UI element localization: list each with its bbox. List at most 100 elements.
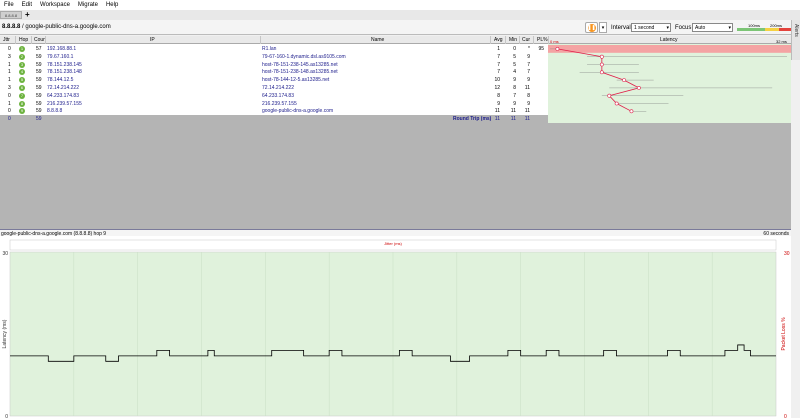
hop-status-icon: 6 bbox=[19, 85, 25, 91]
hop-pl: 95 bbox=[538, 46, 544, 52]
pause-button[interactable]: ❚❚ bbox=[585, 22, 598, 33]
menu-file[interactable]: File bbox=[0, 2, 18, 8]
trace-grid: Jttr Hop Coun IP Name Avg Min Cur PL% La… bbox=[0, 36, 791, 229]
hop-ip: 79.67.160.1 bbox=[47, 53, 74, 60]
hop-jttr: 3 bbox=[8, 85, 11, 91]
col-jttr[interactable]: Jttr bbox=[3, 37, 10, 43]
toolbar: 8.8.8.8 / google-public-dns-a.google.com… bbox=[0, 20, 800, 35]
latency-graph[interactable] bbox=[548, 44, 791, 123]
hop-name: host-78-151-238-145.as13285.net bbox=[262, 61, 338, 68]
hop-avg: 1 bbox=[497, 46, 500, 52]
chevron-down-icon: ▾ bbox=[601, 24, 605, 31]
packet-loss-band bbox=[548, 45, 791, 53]
col-ip[interactable]: IP bbox=[150, 37, 155, 43]
hop-row[interactable]: 1 8 59 216.239.57.155 216.239.57.155 9 9 9 bbox=[0, 100, 548, 108]
hop-row[interactable]: 1 3 59 78.151.238.145 host-78-151-238-145.as… bbox=[0, 61, 548, 69]
hop-row[interactable]: 1 4 59 78.151.238.148 host-78-151-238-148.as… bbox=[0, 68, 548, 76]
hop-avg: 8 bbox=[497, 92, 500, 99]
avg-latency-point bbox=[629, 109, 634, 114]
hop-cur: 11 bbox=[524, 85, 530, 91]
total-count: 59 bbox=[36, 116, 42, 122]
avg-latency-point bbox=[555, 47, 560, 51]
timeline-chart-svg: Jitter (ms) 30 0 30 0 Latency (ms) Packe… bbox=[2, 239, 790, 418]
hop-count: 59 bbox=[36, 53, 42, 60]
y-min-label: 0 bbox=[5, 414, 8, 418]
focus-label: Focus bbox=[675, 24, 692, 31]
hop-jttr: 1 bbox=[8, 100, 11, 107]
hop-ip: 78.144.12.5 bbox=[47, 77, 74, 84]
hop-name: 64.233.174.83 bbox=[262, 92, 294, 99]
col-cur[interactable]: Cur bbox=[522, 37, 530, 43]
hop-row[interactable]: 0 7 59 64.233.174.83 64.233.174.83 8 7 8 bbox=[0, 92, 548, 100]
y-axis-label: Latency (ms) bbox=[2, 319, 8, 348]
hop-cur: 9 bbox=[527, 53, 530, 60]
hop-count: 59 bbox=[36, 69, 42, 76]
alerts-label: Alerts bbox=[793, 24, 799, 37]
interval-select[interactable]: 1 second ▾ bbox=[631, 23, 671, 32]
hop-status-icon: 7 bbox=[19, 92, 25, 99]
hop-cur: 9 bbox=[527, 100, 530, 107]
target-host: 8.8.8.8 bbox=[2, 24, 21, 30]
total-avg: 11 bbox=[494, 116, 500, 122]
timeline-chart[interactable]: Jitter (ms) 30 0 30 0 Latency (ms) Packe… bbox=[0, 236, 791, 418]
interval-label: Interval bbox=[611, 24, 631, 31]
grid-header: Jttr Hop Coun IP Name Avg Min Cur PL% La… bbox=[0, 36, 791, 44]
alerts-side-tab[interactable]: Alerts bbox=[791, 20, 800, 60]
tab-bar: 8.8.8.8 + bbox=[0, 10, 800, 20]
hop-status-icon: 9 bbox=[19, 108, 25, 115]
col-hop[interactable]: Hop bbox=[19, 37, 28, 43]
hop-status-icon: 8 bbox=[19, 100, 25, 107]
hop-avg: 7 bbox=[497, 61, 500, 68]
latency-min-label: 0 ms bbox=[550, 39, 559, 44]
col-pl[interactable]: PL% bbox=[537, 37, 548, 43]
y2-axis-label: Packet Loss % bbox=[781, 317, 787, 351]
menu-migrate[interactable]: Migrate bbox=[74, 2, 102, 8]
hop-jttr: 1 bbox=[8, 69, 11, 76]
col-name[interactable]: Name bbox=[371, 37, 384, 43]
scale-green bbox=[737, 28, 765, 31]
jitter-label: Jitter (ms) bbox=[384, 241, 402, 246]
hop-cur: 9 bbox=[527, 77, 530, 84]
hop-count: 59 bbox=[36, 108, 42, 115]
menu-help[interactable]: Help bbox=[102, 2, 122, 8]
focus-select[interactable]: Auto ▾ bbox=[692, 23, 733, 32]
hop-name: google-public-dns-a.google.com bbox=[262, 108, 334, 115]
hop-row[interactable]: 3 6 59 72.14.214.222 72.14.214.222 12 8 11 bbox=[0, 84, 548, 92]
hop-count: 59 bbox=[36, 100, 42, 107]
hop-name: 79-67-160-1.dynamic.dsl.as9105.com bbox=[262, 53, 346, 60]
hop-row[interactable]: 1 5 59 78.144.12.5 host-78-144-12-5.as13285.… bbox=[0, 76, 548, 84]
hop-name: host-78-144-12-5.as13285.net bbox=[262, 77, 330, 84]
pause-options-dropdown[interactable]: ▾ bbox=[599, 22, 607, 33]
y2-min-label: 0 bbox=[784, 414, 787, 418]
pingplotter-window: File Edit Workspace Migrate Help 8.8.8.8… bbox=[0, 0, 800, 418]
hop-row[interactable]: 3 2 59 79.67.160.1 79-67-160-1.dynamic.dsl.a… bbox=[0, 53, 548, 61]
hop-jttr: 1 bbox=[8, 61, 11, 68]
tab-target[interactable]: 8.8.8.8 bbox=[0, 11, 22, 19]
timeline-header: google-public-dns-a.google.com (8.8.8.8)… bbox=[0, 229, 791, 237]
hop-count: 59 bbox=[36, 61, 42, 68]
hop-avg: 9 bbox=[497, 100, 500, 107]
focus-select-wrap: Auto ▾ bbox=[692, 22, 733, 33]
hop-avg: 10 bbox=[494, 77, 500, 84]
hop-count: 59 bbox=[36, 85, 42, 91]
hop-ip: 64.233.174.83 bbox=[47, 92, 79, 99]
menu-edit[interactable]: Edit bbox=[18, 2, 36, 8]
hop-name: host-78-151-238-148.as13285.net bbox=[262, 69, 338, 76]
hop-avg: 7 bbox=[497, 53, 500, 60]
hop-row[interactable]: 0 1 57 192.168.88.1 R1.lan 1 0 * 95 bbox=[0, 45, 548, 53]
avg-latency-point bbox=[636, 86, 641, 90]
add-tab-button[interactable]: + bbox=[25, 11, 30, 19]
col-latency[interactable]: Latency bbox=[660, 37, 678, 43]
hop-status-icon: 1 bbox=[19, 46, 25, 52]
y2-max-label: 30 bbox=[784, 251, 790, 257]
hop-status-icon: 4 bbox=[19, 69, 25, 76]
target-hostname: google-public-dns-a.google.com bbox=[25, 24, 111, 30]
avg-latency-point bbox=[622, 78, 626, 83]
hop-ip: 192.168.88.1 bbox=[47, 46, 77, 52]
hop-count: 59 bbox=[36, 77, 42, 84]
menu-workspace[interactable]: Workspace bbox=[36, 2, 74, 8]
col-avg[interactable]: Avg bbox=[494, 37, 503, 43]
interval-select-wrap: 1 second ▾ bbox=[631, 22, 671, 33]
hop-avg: 12 bbox=[494, 85, 500, 91]
col-min[interactable]: Min bbox=[509, 37, 517, 43]
